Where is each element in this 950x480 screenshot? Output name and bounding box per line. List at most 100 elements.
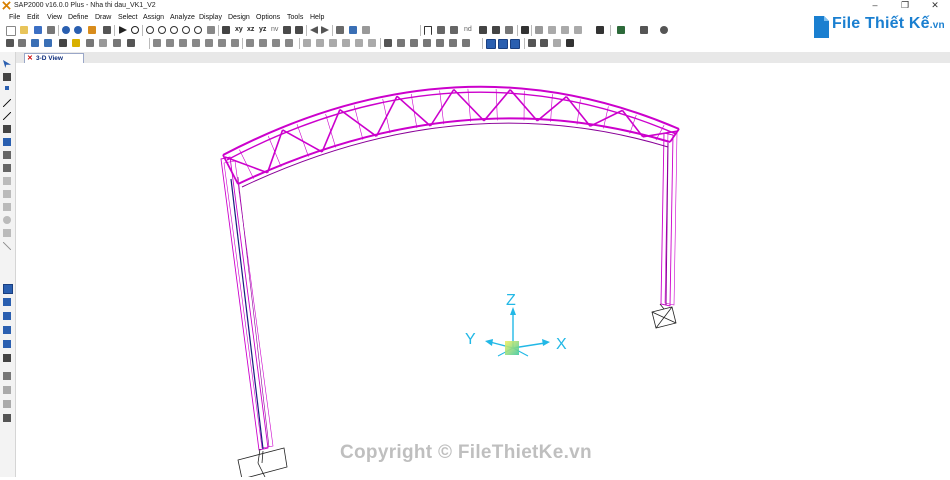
- merge-joints-icon[interactable]: [192, 39, 200, 47]
- replicate-icon[interactable]: [166, 39, 174, 47]
- quick-draw-icon[interactable]: [548, 26, 556, 34]
- minimize-button[interactable]: –: [860, 0, 890, 12]
- fill-objects-icon[interactable]: [462, 39, 470, 47]
- zoom-restore-icon[interactable]: [194, 26, 202, 34]
- save-icon[interactable]: [34, 26, 42, 34]
- select-by-property-icon[interactable]: [3, 354, 11, 362]
- assign-area-section-icon[interactable]: [44, 39, 52, 47]
- draw-secondary-beams-icon[interactable]: [3, 138, 11, 146]
- select-all-icon[interactable]: [437, 26, 445, 34]
- draw-section-cut-icon[interactable]: [3, 229, 11, 237]
- view-solid-icon[interactable]: [423, 39, 431, 47]
- select-all-left-icon[interactable]: [3, 284, 13, 294]
- frame-releases-icon[interactable]: [492, 26, 500, 34]
- funnel-icon[interactable]: [384, 39, 392, 47]
- menu-tools[interactable]: Tools: [287, 12, 303, 23]
- view-nd-button[interactable]: nd: [464, 25, 472, 35]
- menu-view[interactable]: View: [47, 12, 62, 23]
- draw-link-icon[interactable]: [368, 39, 376, 47]
- frame-icon[interactable]: [424, 26, 432, 35]
- refresh-icon[interactable]: [131, 26, 139, 34]
- print-icon[interactable]: [47, 26, 55, 34]
- draw-area-icon[interactable]: [561, 26, 569, 34]
- divide-frames-icon[interactable]: [179, 39, 187, 47]
- undo-icon[interactable]: [62, 26, 70, 34]
- section-designer-icon[interactable]: [553, 39, 561, 47]
- snap-points-icon[interactable]: [18, 39, 26, 47]
- zoom-window-icon[interactable]: [146, 26, 154, 34]
- 3d-view-canvas[interactable]: Z Y X: [16, 63, 950, 477]
- next-section-icon[interactable]: [321, 26, 329, 34]
- label-toggle-icon[interactable]: [59, 39, 67, 47]
- draw-frame-icon[interactable]: [3, 99, 11, 107]
- menu-help[interactable]: Help: [310, 12, 324, 23]
- draw-rect-area-icon[interactable]: [3, 164, 11, 172]
- view-nv-button[interactable]: nv: [271, 25, 278, 35]
- draw-poly-area-icon[interactable]: [3, 151, 11, 159]
- zoom-out-icon[interactable]: [170, 26, 178, 34]
- local-axes-icon[interactable]: [127, 39, 135, 47]
- view-yz-button[interactable]: yz: [259, 25, 266, 35]
- assign-frame-section-icon[interactable]: [31, 39, 39, 47]
- menu-options[interactable]: Options: [256, 12, 280, 23]
- draw-dimension-icon[interactable]: [316, 39, 324, 47]
- temperature-loads-icon[interactable]: [285, 39, 293, 47]
- quick-draw-frame-icon[interactable]: [3, 112, 11, 120]
- pencil-icon[interactable]: [88, 26, 96, 34]
- view-xy-button[interactable]: xy: [235, 25, 243, 35]
- menu-display[interactable]: Display: [199, 12, 222, 23]
- select-parallel-icon[interactable]: [3, 340, 11, 348]
- draw-dimension-line-icon[interactable]: [3, 242, 11, 250]
- run-analysis-icon[interactable]: [119, 26, 127, 34]
- draw-rectangle-icon[interactable]: [574, 26, 582, 34]
- extrude-icon[interactable]: [153, 39, 161, 47]
- menu-select[interactable]: Select: [118, 12, 137, 23]
- group-icon[interactable]: [86, 39, 94, 47]
- grid-options-icon[interactable]: [540, 39, 548, 47]
- copy-icon[interactable]: [231, 39, 239, 47]
- move-icon[interactable]: [218, 39, 226, 47]
- set-display-options-icon[interactable]: [336, 26, 344, 34]
- close-window-button[interactable]: ✕: [920, 0, 950, 12]
- menu-draw[interactable]: Draw: [95, 12, 111, 23]
- align-points-icon[interactable]: [205, 39, 213, 47]
- menu-assign[interactable]: Assign: [143, 12, 164, 23]
- area-loads-icon[interactable]: [272, 39, 280, 47]
- yz-plane-icon[interactable]: [3, 400, 11, 408]
- redo-icon[interactable]: [74, 26, 82, 34]
- show-undeformed-icon[interactable]: [349, 26, 357, 34]
- draw-braces-icon[interactable]: [3, 125, 11, 133]
- joint-springs-icon[interactable]: [246, 39, 254, 47]
- mesh-icon[interactable]: [113, 39, 121, 47]
- show-tables-icon[interactable]: [521, 26, 529, 34]
- draw-section-cut-icon[interactable]: [303, 39, 311, 47]
- quick-draw-area-icon[interactable]: [3, 177, 11, 185]
- open-icon[interactable]: [20, 26, 28, 34]
- grid-icon[interactable]: [528, 39, 536, 47]
- grid-lines-icon[interactable]: [3, 414, 11, 422]
- rotate-3d-icon[interactable]: [283, 26, 291, 34]
- xy-plane-icon[interactable]: [3, 372, 11, 380]
- rubber-band-zoom-icon[interactable]: [3, 73, 11, 81]
- menu-design[interactable]: Design: [228, 12, 250, 23]
- frame-loads-icon[interactable]: [259, 39, 267, 47]
- menu-analyze[interactable]: Analyze: [170, 12, 195, 23]
- lightning-icon[interactable]: [72, 39, 80, 47]
- draw-tendon-icon[interactable]: [3, 216, 11, 224]
- bar-chart-icon[interactable]: [566, 39, 574, 47]
- clear-selection-icon[interactable]: [3, 312, 11, 320]
- draw-cable-icon[interactable]: [355, 39, 363, 47]
- perspective-icon[interactable]: [295, 26, 303, 34]
- snap-joints-icon[interactable]: [486, 39, 496, 49]
- zoom-previous-icon[interactable]: [182, 26, 190, 34]
- xz-plane-icon[interactable]: [3, 386, 11, 394]
- select-previous-icon[interactable]: [3, 298, 11, 306]
- draw-link-icon[interactable]: [3, 203, 11, 211]
- view-area-icon[interactable]: [410, 39, 418, 47]
- draw-frame-icon[interactable]: [535, 26, 543, 34]
- draw-tendon-icon[interactable]: [342, 39, 350, 47]
- joint-restraints-icon[interactable]: [479, 26, 487, 34]
- maximize-button[interactable]: ❐: [890, 0, 920, 12]
- snap-intersections-icon[interactable]: [510, 39, 520, 49]
- show-forces-icon[interactable]: [640, 26, 648, 34]
